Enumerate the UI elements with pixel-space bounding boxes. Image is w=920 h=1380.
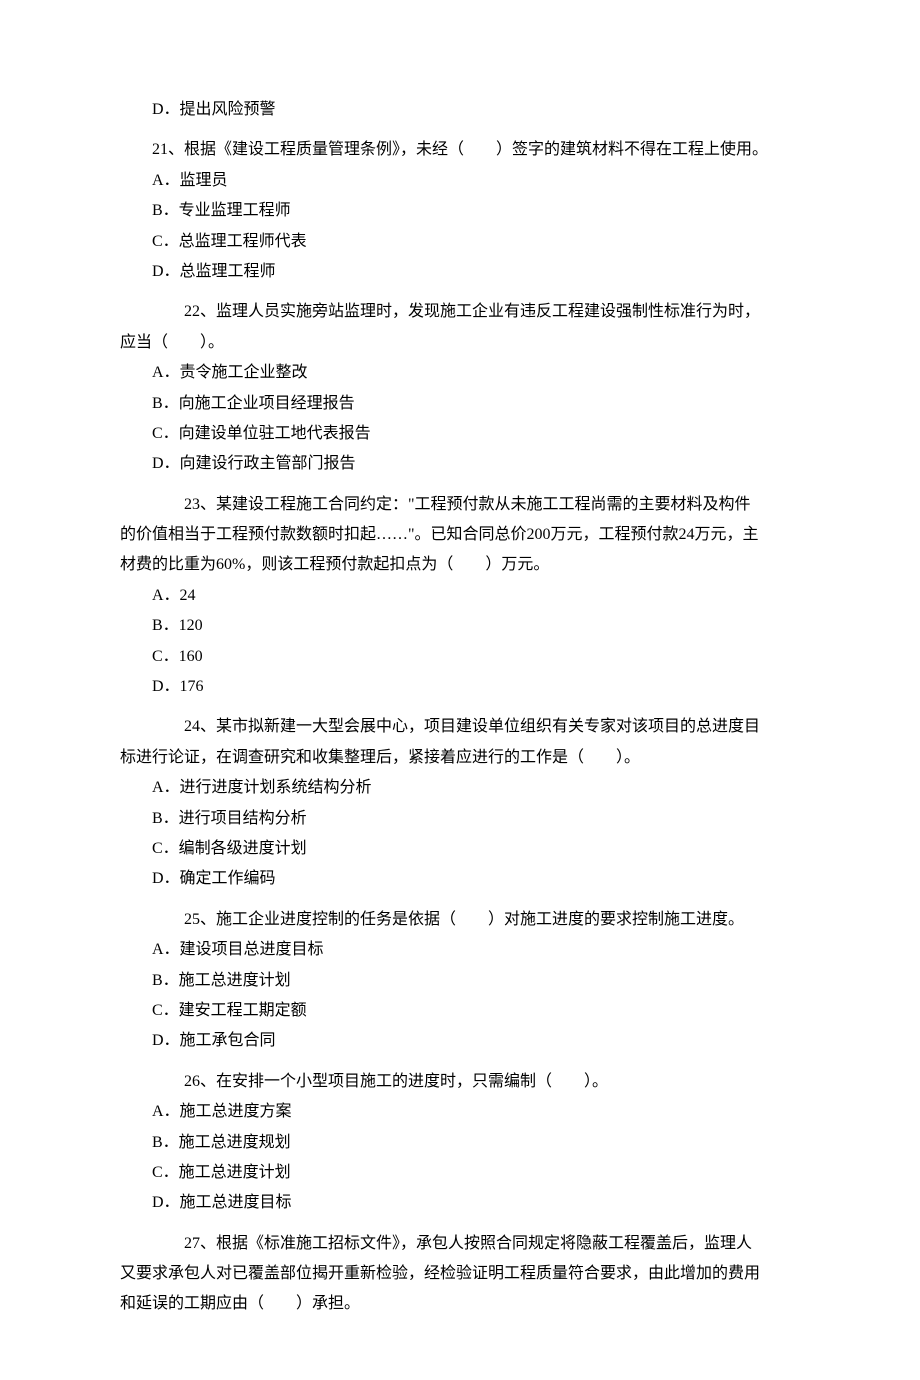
q21-option-d: D．总监理工程师	[120, 257, 800, 287]
q22-stem-line1: 22、监理人员实施旁站监理时，发现施工企业有违反工程建设强制性标准行为时，	[120, 297, 800, 327]
q24-option-d: D．确定工作编码	[120, 864, 800, 894]
q25-option-a: A．建设项目总进度目标	[120, 935, 800, 965]
q26-option-d: D．施工总进度目标	[120, 1188, 800, 1218]
q25-option-d: D．施工承包合同	[120, 1026, 800, 1056]
q26-option-c: C．施工总进度计划	[120, 1158, 800, 1188]
q23-option-d: D．176	[120, 672, 800, 702]
q22-option-d: D．向建设行政主管部门报告	[120, 449, 800, 479]
q23-stem-line2: 的价值相当于工程预付款数额时扣起……"。已知合同总价200万元，工程预付款24万…	[120, 520, 800, 550]
q24-option-a: A．进行进度计划系统结构分析	[120, 773, 800, 803]
q25-option-b: B．施工总进度计划	[120, 966, 800, 996]
q21-option-a: A．监理员	[120, 166, 800, 196]
q26-stem: 26、在安排一个小型项目施工的进度时，只需编制（ ）。	[120, 1067, 800, 1097]
q21-stem: 21、根据《建设工程质量管理条例》，未经（ ）签字的建筑材料不得在工程上使用。	[120, 135, 800, 165]
q23-option-a: A．24	[120, 581, 800, 611]
q27-stem-line3: 和延误的工期应由（ ）承担。	[120, 1289, 800, 1319]
q21-option-b: B．专业监理工程师	[120, 196, 800, 226]
q27-stem-line1: 27、根据《标准施工招标文件》，承包人按照合同规定将隐蔽工程覆盖后，监理人	[120, 1229, 800, 1259]
document-page: D．提出风险预警 21、根据《建设工程质量管理条例》，未经（ ）签字的建筑材料不…	[0, 0, 920, 1380]
q20-option-d: D．提出风险预警	[120, 95, 800, 125]
q22-option-a: A．责令施工企业整改	[120, 358, 800, 388]
q26-option-a: A．施工总进度方案	[120, 1097, 800, 1127]
q24-stem-line2: 标进行论证，在调查研究和收集整理后，紧接着应进行的工作是（ ）。	[120, 743, 800, 773]
q23-option-c: C．160	[120, 642, 800, 672]
q24-option-b: B．进行项目结构分析	[120, 804, 800, 834]
q27-stem-line2: 又要求承包人对已覆盖部位揭开重新检验，经检验证明工程质量符合要求，由此增加的费用	[120, 1259, 800, 1289]
q22-option-c: C．向建设单位驻工地代表报告	[120, 419, 800, 449]
q23-stem-line1: 23、某建设工程施工合同约定："工程预付款从未施工工程尚需的主要材料及构件	[120, 490, 800, 520]
q21-option-c: C．总监理工程师代表	[120, 227, 800, 257]
q25-stem: 25、施工企业进度控制的任务是依据（ ）对施工进度的要求控制施工进度。	[120, 905, 800, 935]
q22-stem-line2: 应当（ ）。	[120, 328, 800, 358]
q24-stem-line1: 24、某市拟新建一大型会展中心，项目建设单位组织有关专家对该项目的总进度目	[120, 712, 800, 742]
q26-option-b: B．施工总进度规划	[120, 1128, 800, 1158]
q22-option-b: B．向施工企业项目经理报告	[120, 389, 800, 419]
q25-option-c: C．建安工程工期定额	[120, 996, 800, 1026]
q24-option-c: C．编制各级进度计划	[120, 834, 800, 864]
q23-stem-line3: 材费的比重为60%，则该工程预付款起扣点为（ ）万元。	[120, 550, 800, 580]
q23-option-b: B．120	[120, 611, 800, 641]
